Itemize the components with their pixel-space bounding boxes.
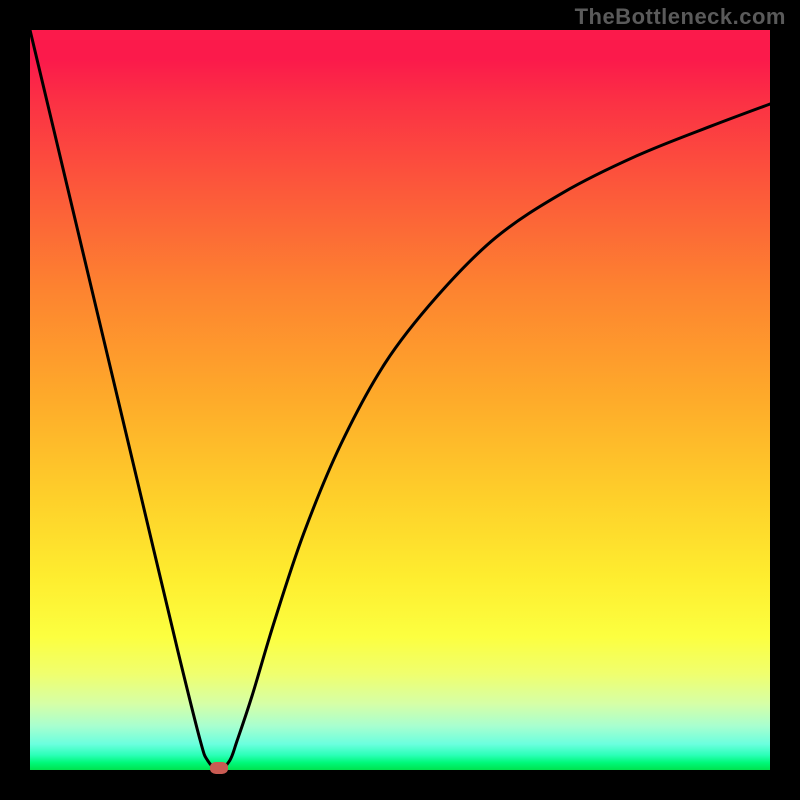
vertex-marker [210, 762, 228, 774]
watermark-text: TheBottleneck.com [575, 4, 786, 30]
curve-path [30, 30, 770, 770]
chart-frame: TheBottleneck.com [0, 0, 800, 800]
curve-svg [30, 30, 770, 770]
plot-area [30, 30, 770, 770]
